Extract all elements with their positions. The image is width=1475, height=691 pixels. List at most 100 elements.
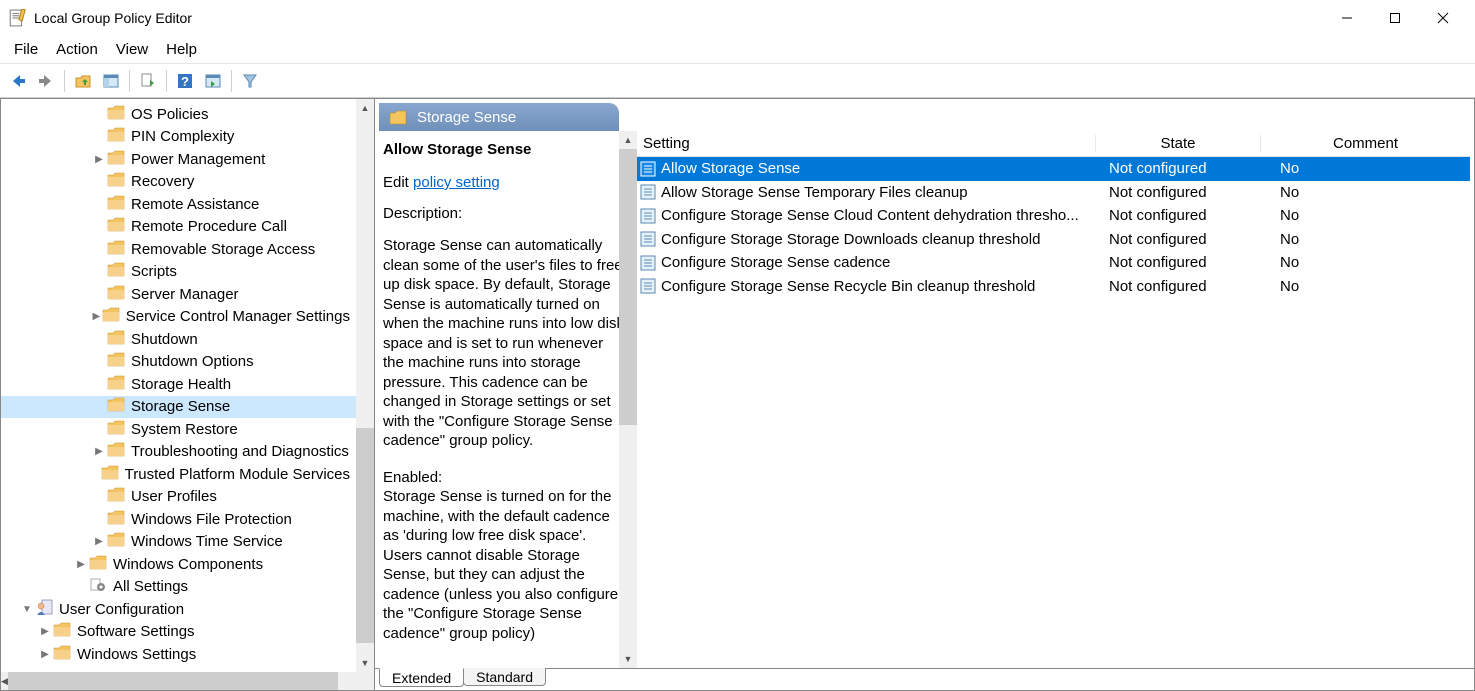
tree-item[interactable]: ▶Windows Time Service	[1, 531, 356, 554]
scroll-up-button[interactable]: ▲	[356, 99, 374, 117]
tree-vertical-scrollbar[interactable]: ▲ ▼	[356, 99, 374, 672]
column-state[interactable]: State	[1095, 135, 1260, 152]
gear-icon	[89, 577, 113, 596]
tree-item[interactable]: ▶ Software Settings	[1, 621, 356, 644]
tree-item-label: Server Manager	[131, 286, 239, 303]
expand-icon[interactable]: ▶	[91, 536, 107, 547]
expand-icon[interactable]: ▶	[91, 311, 102, 322]
folder-icon	[107, 487, 131, 506]
tree-item[interactable]: Storage Sense	[1, 396, 356, 419]
column-comment[interactable]: Comment	[1260, 135, 1470, 152]
tree-item-label: Software Settings	[77, 623, 195, 640]
tree-horizontal-scrollbar[interactable]: ◀ ▶	[1, 672, 374, 690]
edit-policy-link[interactable]: policy setting	[413, 174, 500, 191]
scroll-up-button[interactable]: ▲	[619, 131, 637, 149]
expand-icon[interactable]: ▶	[37, 649, 53, 660]
tree-item[interactable]: Scripts	[1, 261, 356, 284]
tab-extended[interactable]: Extended	[379, 668, 464, 687]
setting-state: Not configured	[1095, 207, 1260, 224]
settings-header: Setting State Comment	[637, 131, 1470, 157]
tree-item[interactable]: Remote Assistance	[1, 193, 356, 216]
setting-icon	[639, 277, 657, 295]
expand-icon[interactable]: ▶	[73, 559, 89, 570]
tree-item[interactable]: Shutdown	[1, 328, 356, 351]
tree-item[interactable]: OS Policies	[1, 103, 356, 126]
tree-item[interactable]: User Profiles	[1, 486, 356, 509]
setting-row[interactable]: Configure Storage Storage Downloads clea…	[637, 228, 1470, 252]
tree-item[interactable]: Remote Procedure Call	[1, 216, 356, 239]
maximize-button[interactable]	[1371, 3, 1419, 33]
user-icon	[35, 598, 59, 620]
menu-file[interactable]: File	[14, 41, 38, 58]
menu-help[interactable]: Help	[166, 41, 197, 58]
tree-item-label: Windows File Protection	[131, 511, 292, 528]
enabled-body: Storage Sense is turned on for the machi…	[383, 487, 627, 643]
tree-item[interactable]: ▶Windows Settings	[1, 643, 356, 666]
edit-label: Edit	[383, 174, 409, 191]
setting-name: Allow Storage Sense Temporary Files clea…	[661, 184, 1095, 201]
tree-item[interactable]: Storage Health	[1, 373, 356, 396]
close-button[interactable]	[1419, 3, 1467, 33]
forward-button[interactable]	[34, 69, 58, 93]
setting-row[interactable]: Configure Storage Sense Cloud Content de…	[637, 204, 1470, 228]
show-hide-console-tree-button[interactable]	[99, 69, 123, 93]
scroll-left-button[interactable]: ◀	[1, 672, 8, 690]
setting-icon	[639, 160, 657, 178]
scroll-down-button[interactable]: ▼	[619, 650, 637, 668]
tree-item[interactable]: System Restore	[1, 418, 356, 441]
setting-row[interactable]: Configure Storage Sense cadenceNot confi…	[637, 251, 1470, 275]
folder-icon	[107, 285, 131, 304]
properties-button[interactable]	[201, 69, 225, 93]
folder-icon	[107, 442, 131, 461]
expand-icon[interactable]: ▶	[91, 154, 107, 165]
menu-view[interactable]: View	[116, 41, 148, 58]
folder-icon	[107, 240, 131, 259]
filter-button[interactable]	[238, 69, 262, 93]
expand-icon[interactable]: ▶	[37, 626, 53, 637]
column-setting[interactable]: Setting	[637, 135, 1095, 152]
back-button[interactable]	[6, 69, 30, 93]
tree-item[interactable]: Recovery	[1, 171, 356, 194]
tree-item[interactable]: ▼User Configuration	[1, 598, 356, 621]
minimize-button[interactable]	[1323, 3, 1371, 33]
up-level-button[interactable]	[71, 69, 95, 93]
policy-tree[interactable]: OS PoliciesPIN Complexity▶Power Manageme…	[1, 99, 374, 690]
folder-icon	[107, 217, 131, 236]
setting-name: Allow Storage Sense	[661, 160, 1095, 177]
tree-item[interactable]: Removable Storage Access	[1, 238, 356, 261]
setting-row[interactable]: Configure Storage Sense Recycle Bin clea…	[637, 275, 1470, 299]
settings-list[interactable]: Allow Storage SenseNot configuredNoAllow…	[637, 157, 1470, 668]
tree-item[interactable]: ▶Troubleshooting and Diagnostics	[1, 441, 356, 464]
menu-action[interactable]: Action	[56, 41, 98, 58]
folder-icon	[102, 307, 126, 326]
tree-item[interactable]: ▶Service Control Manager Settings	[1, 306, 356, 329]
tab-standard[interactable]: Standard	[463, 668, 546, 686]
export-list-button[interactable]	[136, 69, 160, 93]
tree-pane: OS PoliciesPIN Complexity▶Power Manageme…	[0, 99, 375, 691]
title-bar: Local Group Policy Editor	[0, 0, 1475, 36]
setting-comment: No	[1260, 207, 1470, 224]
tree-item[interactable]: Server Manager	[1, 283, 356, 306]
setting-state: Not configured	[1095, 160, 1260, 177]
expand-icon[interactable]: ▶	[91, 446, 107, 457]
setting-state: Not configured	[1095, 231, 1260, 248]
folder-icon	[53, 622, 77, 641]
setting-row[interactable]: Allow Storage SenseNot configuredNo	[637, 157, 1470, 181]
folder-icon	[107, 330, 131, 349]
tree-item[interactable]: ▶Power Management	[1, 148, 356, 171]
tree-item[interactable]: PIN Complexity	[1, 126, 356, 149]
help-button[interactable]: ?	[173, 69, 197, 93]
details-pane: Storage Sense Allow Storage Sense Edit p…	[375, 99, 1475, 691]
tree-item[interactable]: Shutdown Options	[1, 351, 356, 374]
folder-icon	[53, 645, 77, 664]
scroll-down-button[interactable]: ▼	[356, 654, 374, 672]
tree-item[interactable]: Windows File Protection	[1, 508, 356, 531]
setting-row[interactable]: Allow Storage Sense Temporary Files clea…	[637, 181, 1470, 205]
description-scrollbar[interactable]: ▲ ▼	[619, 131, 637, 668]
app-icon	[8, 9, 26, 27]
tree-item[interactable]: ▶Windows Components	[1, 553, 356, 576]
tree-item[interactable]: All Settings	[1, 576, 356, 599]
collapse-icon[interactable]: ▼	[19, 604, 35, 615]
tree-item[interactable]: Trusted Platform Module Services	[1, 463, 356, 486]
tree-item-label: Recovery	[131, 173, 194, 190]
